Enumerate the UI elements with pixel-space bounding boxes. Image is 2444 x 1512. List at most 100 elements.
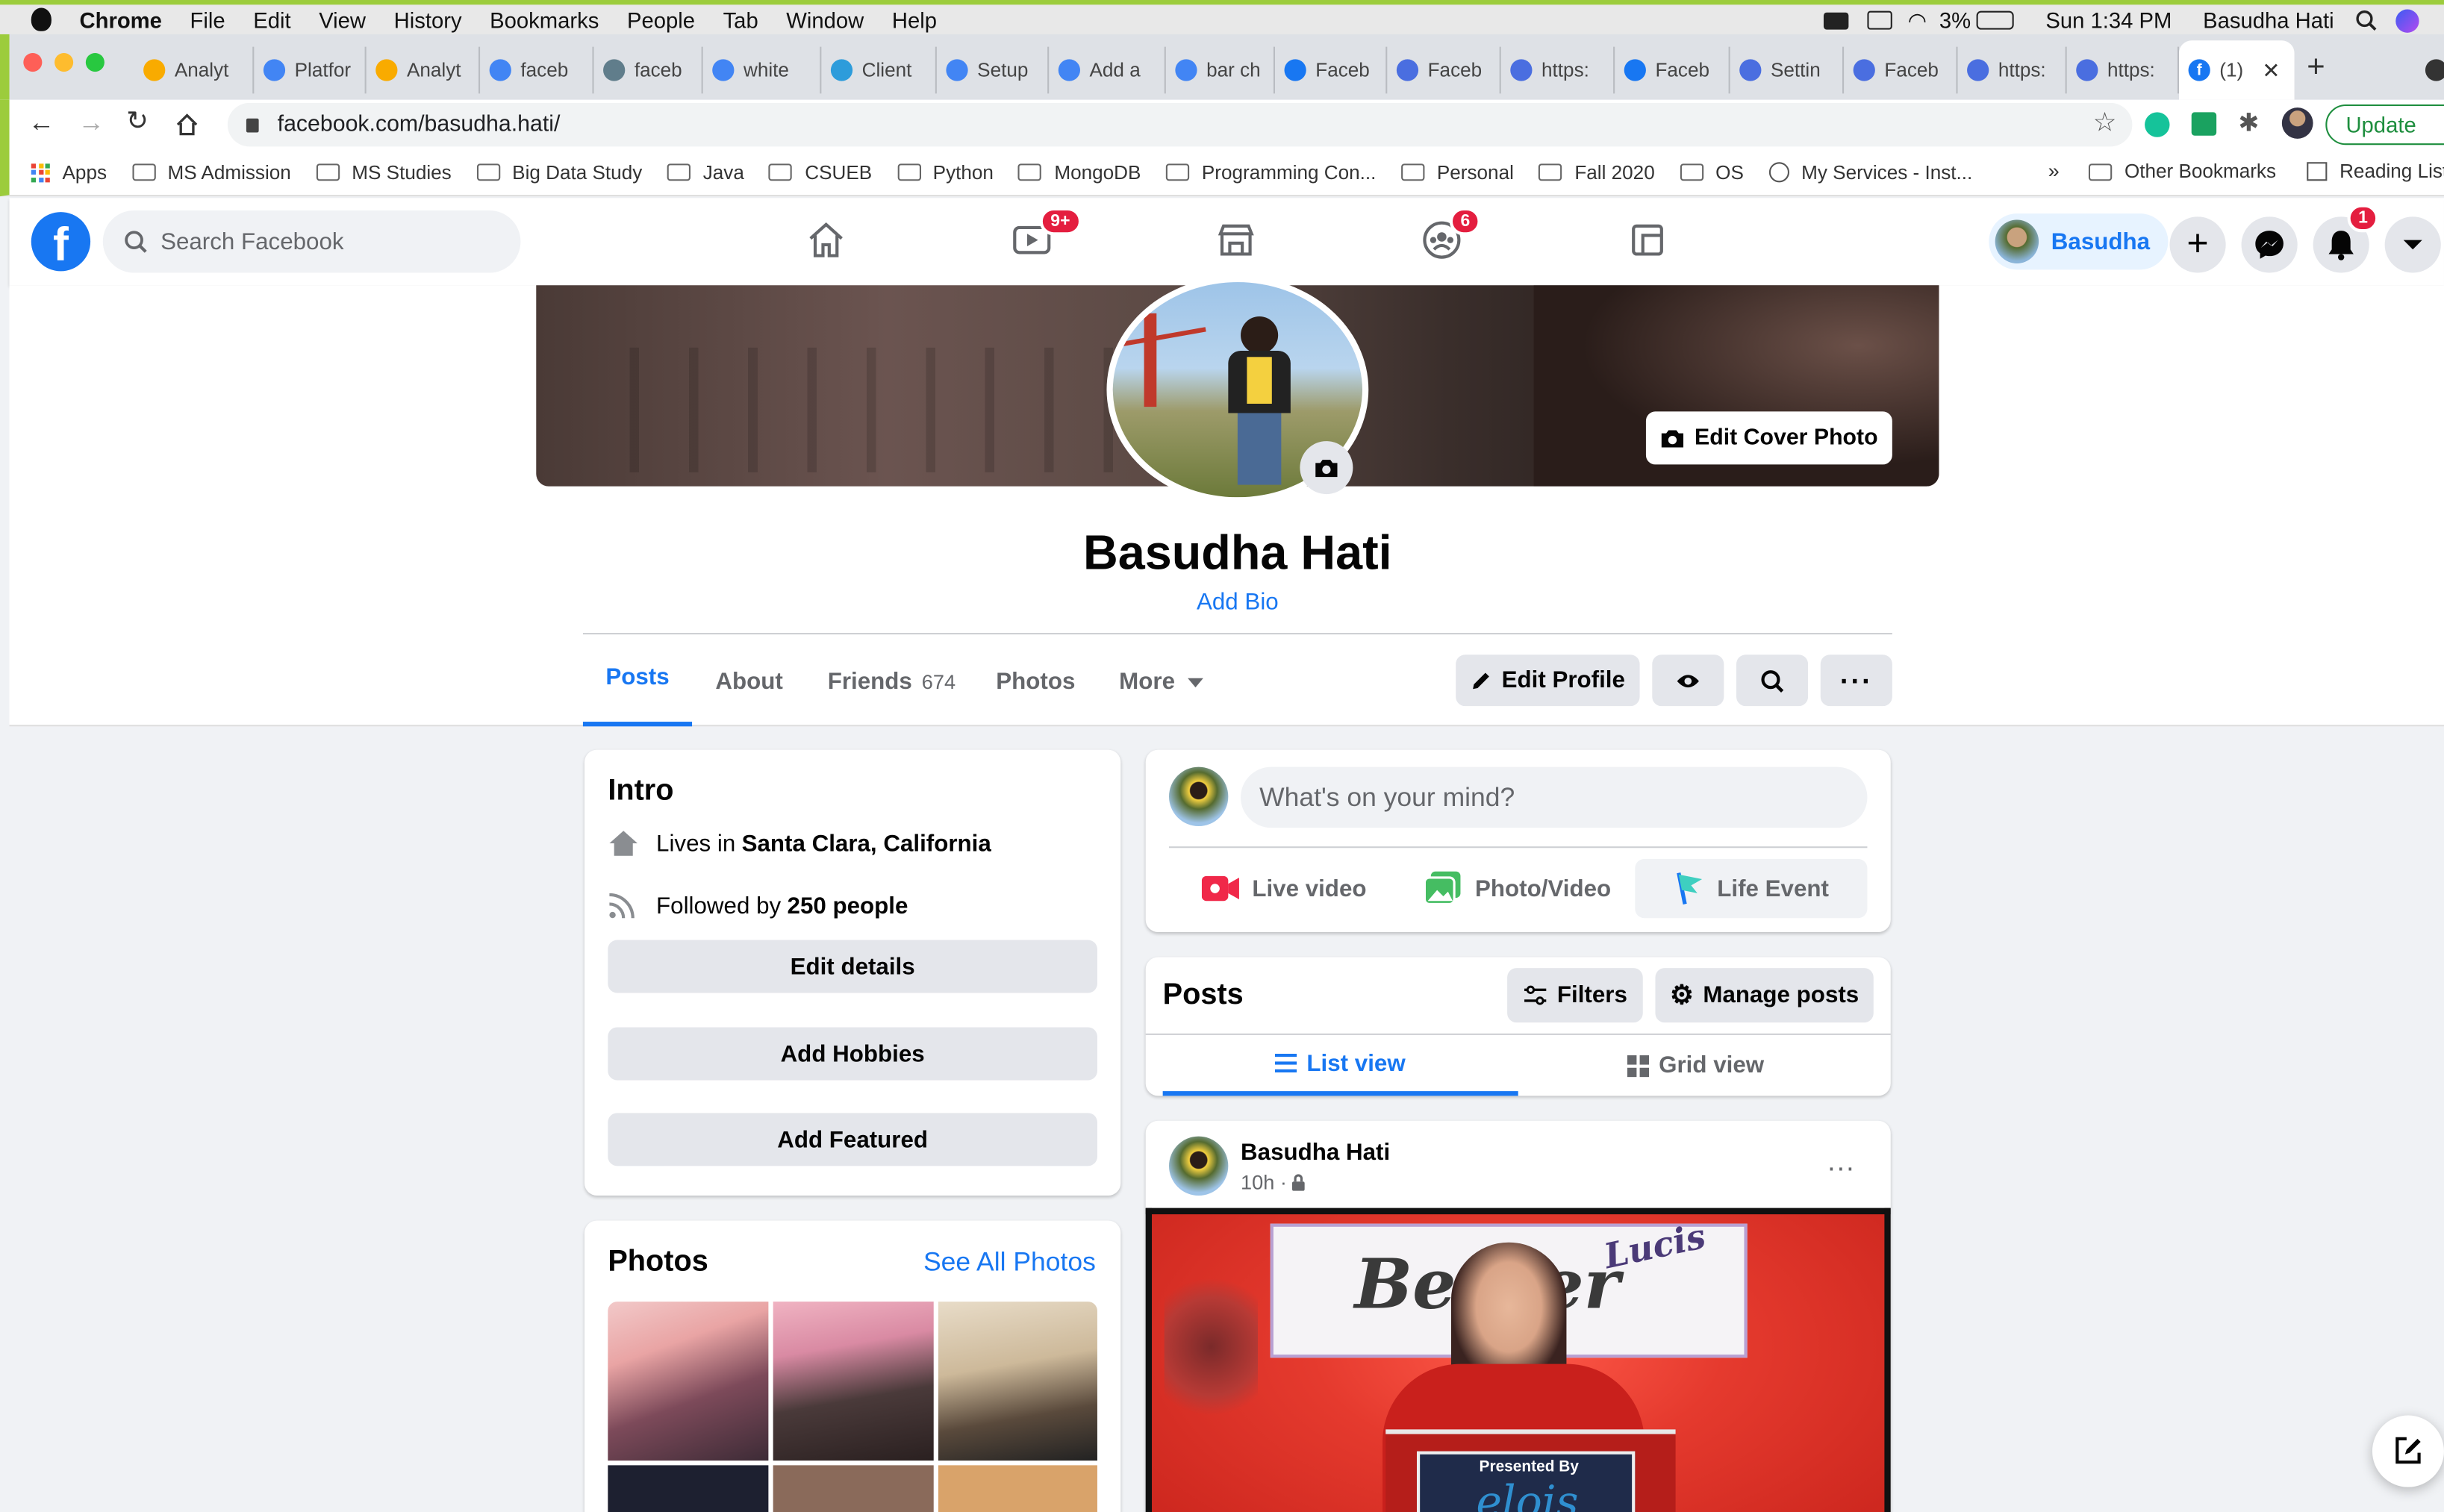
bookmark-folder-10[interactable]: OS bbox=[1680, 161, 1744, 183]
bookmark-folder-8[interactable]: Personal bbox=[1400, 161, 1514, 183]
menu-history[interactable]: History bbox=[394, 7, 462, 31]
tab-active-facebook[interactable]: f (1) ✕ bbox=[2179, 40, 2295, 100]
avatar[interactable] bbox=[1169, 1136, 1229, 1196]
post-options-button[interactable]: ··· bbox=[1812, 1140, 1868, 1196]
bookmark-folder-7[interactable]: Programming Con... bbox=[1165, 161, 1376, 183]
menu-edit[interactable]: Edit bbox=[253, 7, 290, 31]
search-profile-button[interactable] bbox=[1736, 655, 1809, 707]
bookmark-folder-0[interactable]: MS Admission bbox=[131, 161, 291, 183]
photo-thumb[interactable] bbox=[608, 1465, 769, 1512]
tab-search-icon[interactable] bbox=[2425, 59, 2444, 81]
lock-icon[interactable] bbox=[246, 117, 259, 132]
photo-thumb[interactable] bbox=[938, 1302, 1097, 1461]
siri-icon[interactable] bbox=[2396, 8, 2420, 32]
tab-0[interactable]: Analyt bbox=[134, 46, 255, 94]
tab-7[interactable]: Setup bbox=[937, 46, 1050, 94]
menu-window[interactable]: Window bbox=[786, 7, 864, 31]
home-icon[interactable] bbox=[175, 112, 199, 137]
live-video-button[interactable]: Live video bbox=[1169, 859, 1400, 918]
new-tab-button[interactable]: + bbox=[2307, 50, 2325, 86]
tab-6[interactable]: Client bbox=[821, 46, 937, 94]
messenger-button[interactable] bbox=[2241, 216, 2298, 273]
bookmark-folder-3[interactable]: Java bbox=[667, 161, 744, 183]
close-window-button[interactable] bbox=[23, 53, 43, 72]
add-featured-button[interactable]: Add Featured bbox=[608, 1113, 1097, 1166]
profile-avatar[interactable] bbox=[2281, 107, 2313, 139]
edit-profile-button[interactable]: Edit Profile bbox=[1456, 655, 1640, 707]
nav-marketplace[interactable] bbox=[1206, 213, 1265, 266]
spotlight-icon[interactable] bbox=[2356, 10, 2378, 31]
menu-bookmarks[interactable]: Bookmarks bbox=[490, 7, 599, 31]
tab-13[interactable]: Faceb bbox=[1615, 46, 1730, 94]
url-text[interactable]: facebook.com/basudha.hati/ bbox=[278, 112, 561, 137]
menu-help[interactable]: Help bbox=[892, 7, 937, 31]
clock[interactable]: Sun 1:34 PM bbox=[2045, 7, 2172, 32]
post-author[interactable]: Basudha Hati bbox=[1241, 1140, 1390, 1166]
post-time[interactable]: 10h · bbox=[1241, 1171, 1287, 1194]
filters-button[interactable]: Filters bbox=[1507, 968, 1643, 1023]
menu-app-name[interactable]: Chrome bbox=[79, 7, 161, 31]
edit-cover-photo-button[interactable]: Edit Cover Photo bbox=[1645, 411, 1892, 465]
extensions-icon[interactable]: ✱ bbox=[2238, 107, 2259, 139]
edit-details-button[interactable]: Edit details bbox=[608, 940, 1097, 993]
tab-14[interactable]: Settin bbox=[1730, 46, 1845, 94]
apple-icon[interactable] bbox=[31, 7, 52, 31]
bookmark-folder-4[interactable]: CSUEB bbox=[769, 161, 872, 183]
nav-gaming[interactable] bbox=[1618, 213, 1677, 266]
grammarly-icon[interactable] bbox=[2145, 112, 2170, 137]
tab-16[interactable]: https: bbox=[1958, 46, 2067, 94]
bookmark-reading-list[interactable]: Reading List bbox=[2307, 160, 2444, 182]
photo-thumb[interactable] bbox=[938, 1465, 1097, 1512]
back-icon[interactable]: ← bbox=[28, 107, 54, 139]
menu-people[interactable]: People bbox=[627, 7, 695, 31]
photo-thumb[interactable] bbox=[773, 1465, 934, 1512]
tab-friends[interactable]: Friends 674 bbox=[828, 669, 956, 696]
facetime-icon[interactable] bbox=[1823, 11, 1849, 29]
followers-count[interactable]: 250 people bbox=[788, 893, 908, 919]
whats-on-your-mind-input[interactable]: What's on your mind? bbox=[1241, 766, 1868, 828]
see-all-photos-link[interactable]: See All Photos bbox=[923, 1247, 1096, 1278]
bookmark-folder-2[interactable]: Big Data Study bbox=[476, 161, 642, 183]
bookmark-folder-6[interactable]: MongoDB bbox=[1018, 161, 1141, 183]
zoom-window-button[interactable] bbox=[85, 53, 105, 72]
more-vert-icon[interactable]: ⋮ bbox=[2435, 111, 2444, 138]
bookmark-folder-1[interactable]: MS Studies bbox=[316, 161, 452, 183]
list-view-tab[interactable]: List view bbox=[1162, 1035, 1518, 1096]
bookmark-other[interactable]: Other Bookmarks bbox=[2088, 160, 2276, 182]
menu-view[interactable]: View bbox=[319, 7, 366, 31]
tab-3[interactable]: faceb bbox=[480, 46, 594, 94]
nav-watch[interactable]: 9+ bbox=[1003, 207, 1082, 266]
bookmark-my-services[interactable]: My Services - Inst... bbox=[1768, 161, 1972, 183]
grid-view-tab[interactable]: Grid view bbox=[1518, 1035, 1874, 1096]
post-image[interactable]: Lucis Berger Presented By elois bbox=[1145, 1208, 1891, 1512]
bookmark-apps[interactable]: Apps bbox=[31, 161, 107, 183]
notifications-button[interactable]: 1 bbox=[2313, 204, 2379, 273]
nav-home[interactable] bbox=[797, 213, 855, 266]
tab-8[interactable]: Add a bbox=[1049, 46, 1166, 94]
photo-thumb[interactable] bbox=[608, 1302, 769, 1461]
reload-icon[interactable]: ↻ bbox=[126, 106, 149, 137]
nav-profile-chip[interactable]: Basudha bbox=[1989, 213, 2169, 270]
tab-about[interactable]: About bbox=[715, 669, 782, 696]
tab-4[interactable]: faceb bbox=[594, 46, 703, 94]
avatar[interactable] bbox=[1169, 766, 1229, 827]
tab-11[interactable]: Faceb bbox=[1387, 46, 1501, 94]
user-menu[interactable]: Basudha Hati bbox=[2203, 7, 2334, 32]
menu-file[interactable]: File bbox=[190, 7, 225, 31]
tab-more[interactable]: More bbox=[1119, 669, 1203, 696]
tab-17[interactable]: https: bbox=[2067, 46, 2180, 94]
more-options-button[interactable]: ··· bbox=[1820, 655, 1892, 707]
lock-icon[interactable] bbox=[1290, 1174, 1306, 1191]
search-facebook-input[interactable]: Search Facebook bbox=[102, 210, 521, 273]
wifi-icon[interactable]: ◠ bbox=[1908, 7, 1927, 34]
photo-video-button[interactable]: Photo/Video bbox=[1403, 859, 1633, 918]
manage-posts-button[interactable]: ⚙ Manage posts bbox=[1655, 968, 1874, 1023]
forward-icon[interactable]: → bbox=[78, 107, 104, 139]
photo-thumb[interactable] bbox=[773, 1302, 934, 1461]
tab-photos[interactable]: Photos bbox=[996, 669, 1075, 696]
add-hobbies-button[interactable]: Add Hobbies bbox=[608, 1027, 1097, 1081]
bookmarks-overflow-button[interactable]: » bbox=[2048, 159, 2060, 182]
menu-tab[interactable]: Tab bbox=[723, 7, 758, 31]
update-profile-picture-button[interactable] bbox=[1300, 441, 1353, 495]
view-as-button[interactable] bbox=[1652, 655, 1724, 707]
